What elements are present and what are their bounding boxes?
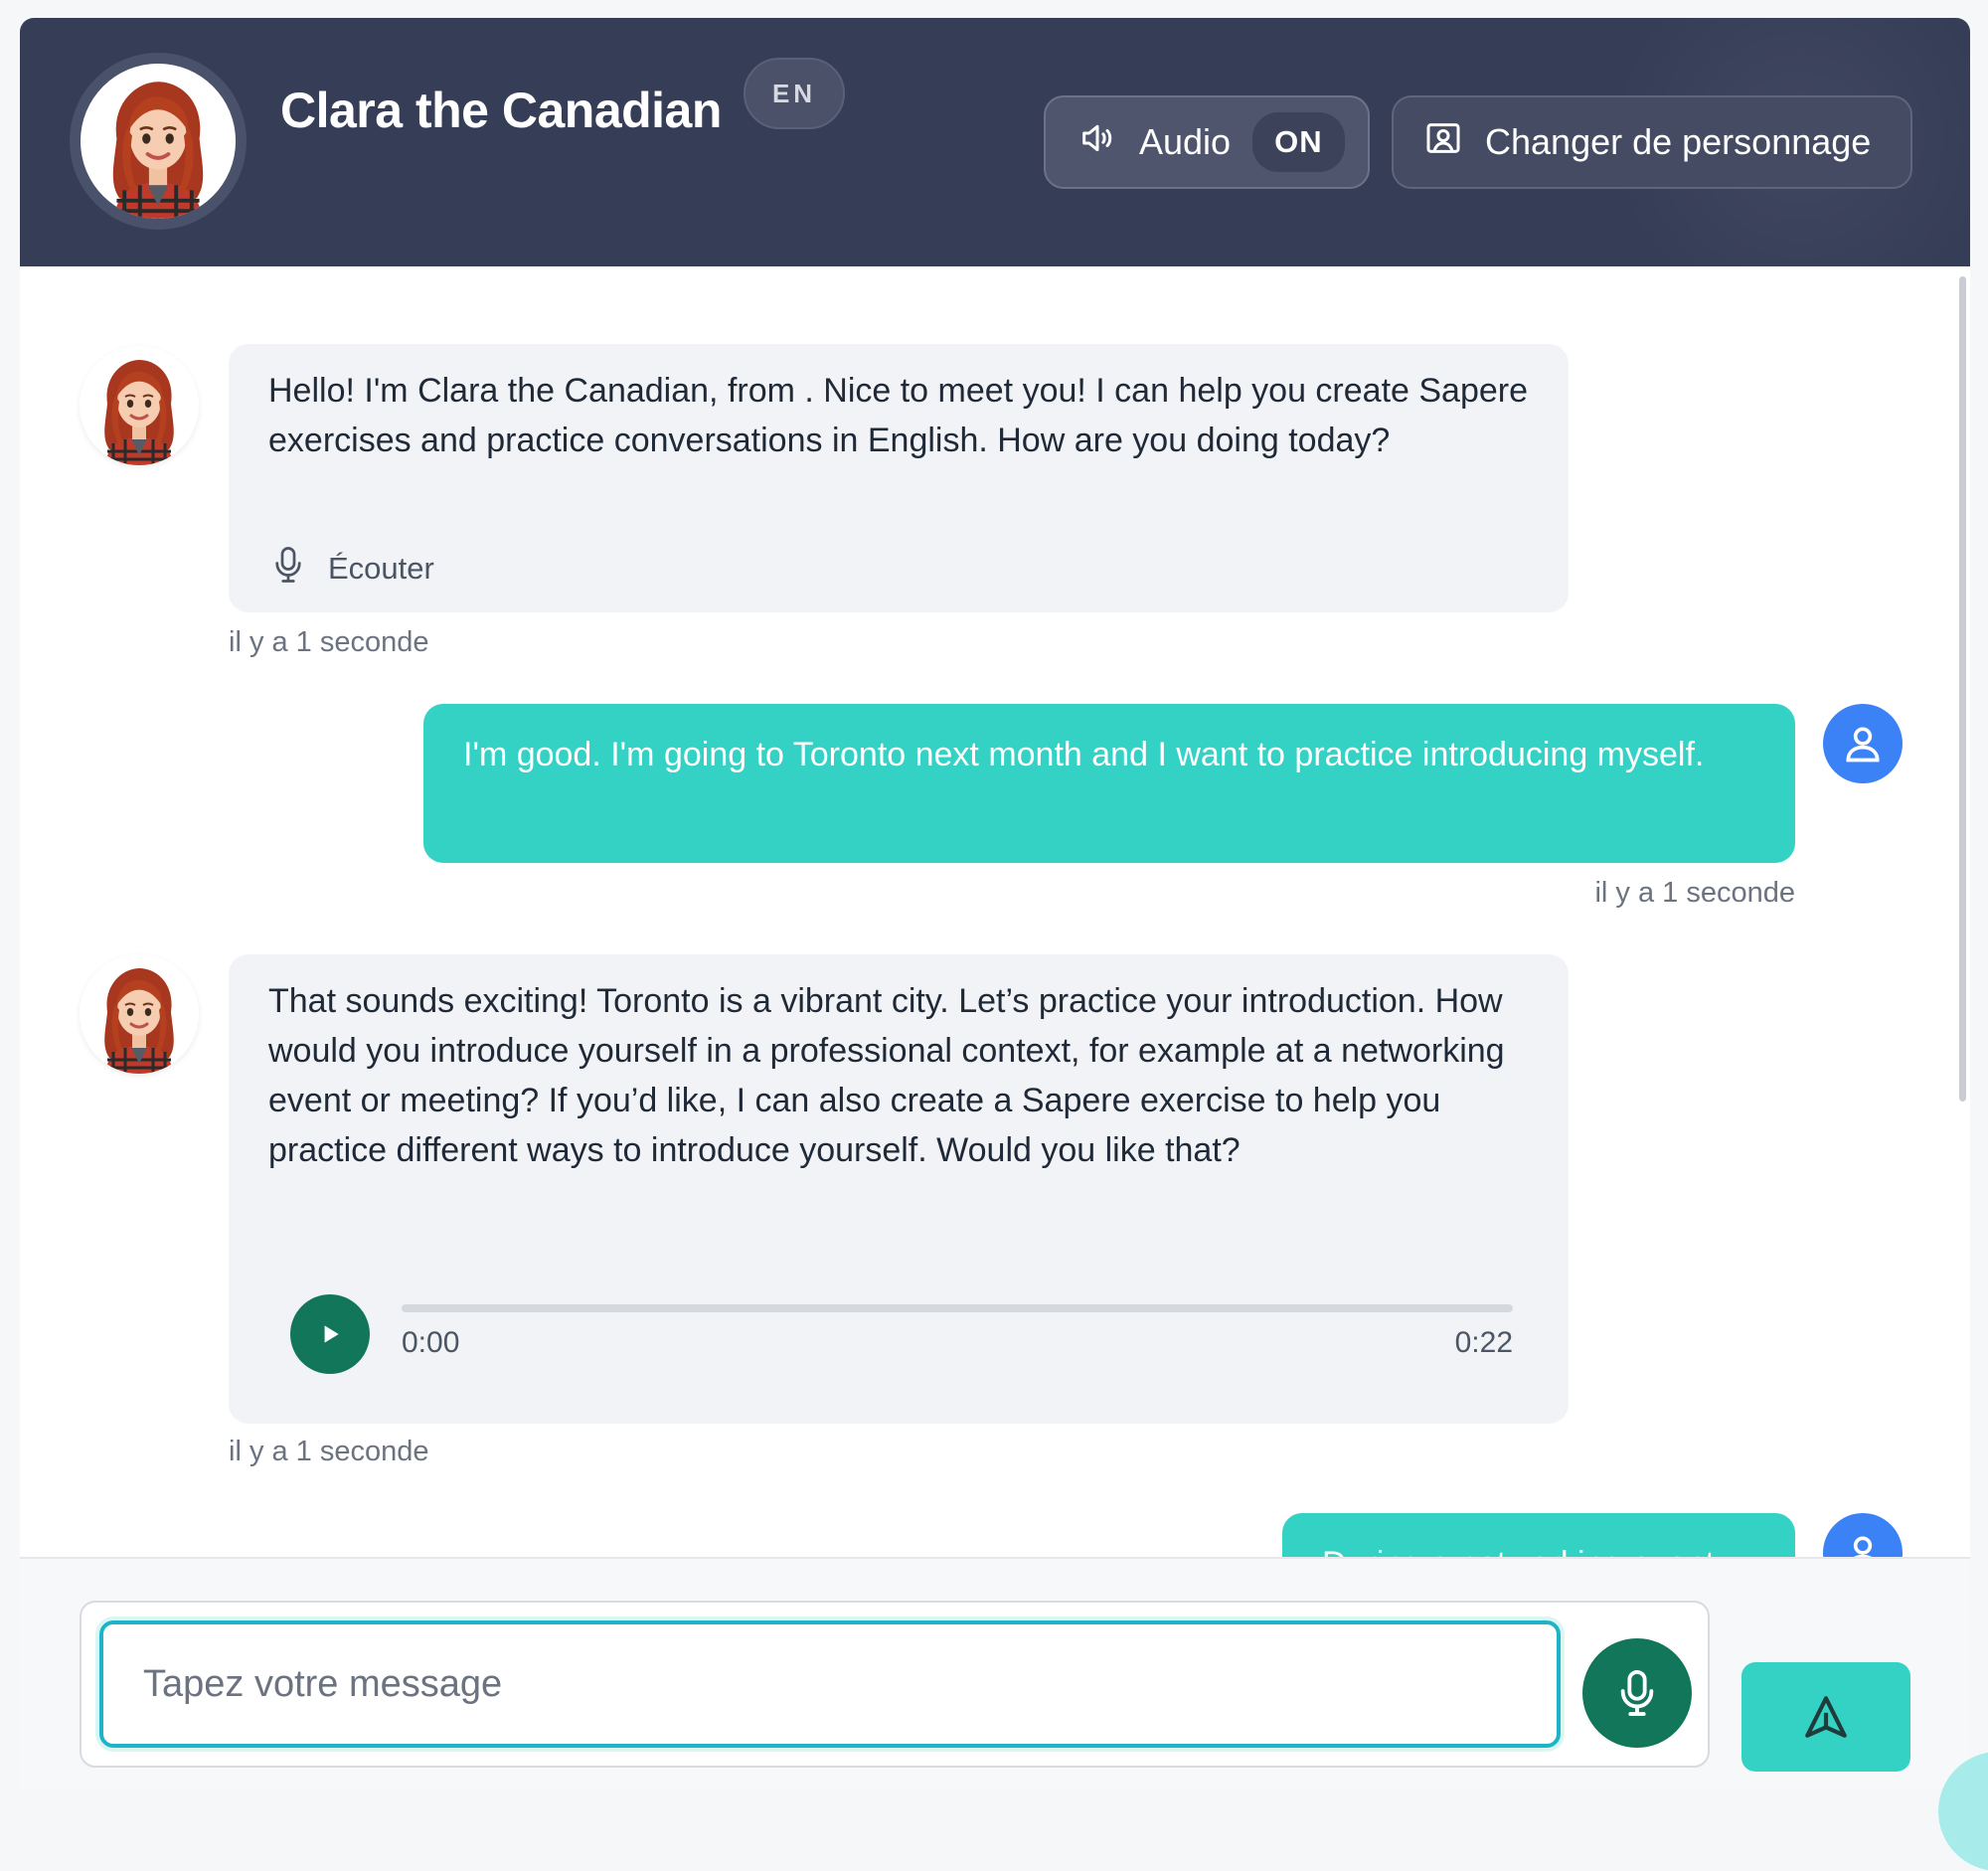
speaker-icon [1077,118,1117,167]
composer-box [80,1601,1710,1768]
listen-button[interactable]: Écouter [270,545,434,593]
chat-messages[interactable]: Hello! I'm Clara the Canadian, from . Ni… [20,266,1970,1557]
change-character-button[interactable]: Changer de personnage [1392,95,1912,189]
audio-label: Audio [1139,121,1232,162]
audio-toggle-button[interactable]: Audio ON [1044,95,1370,189]
audio-current-time: 0:00 [402,1326,460,1359]
audio-duration: 0:22 [1454,1326,1513,1359]
message-timestamp: il y a 1 seconde [229,626,429,658]
message-timestamp: il y a 1 seconde [1594,877,1795,909]
person-icon [1853,1536,1873,1557]
audio-state-badge: ON [1252,112,1345,172]
chat-app: Clara the Canadian EN Audio ON Changer d… [20,18,1970,1789]
send-button[interactable] [1741,1662,1910,1772]
message-composer [20,1557,1970,1789]
voice-input-button[interactable] [1582,1638,1692,1748]
message-text: Hello! I'm Clara the Canadian, from . Ni… [268,372,1529,459]
send-icon [1805,1696,1847,1738]
listen-label: Écouter [328,551,434,586]
chat-header: Clara the Canadian EN Audio ON Changer d… [20,18,1970,316]
audio-progress-track[interactable] [402,1304,1513,1312]
person-icon [1846,727,1880,763]
language-badge: EN [744,58,845,129]
user-message-avatar [1823,1513,1903,1557]
bot-avatar [70,53,247,230]
microphone-icon [270,545,306,593]
user-message-bubble: I'm good. I'm going to Toronto next mont… [423,704,1795,863]
user-message-bubble: During a networking event. [1282,1513,1795,1557]
audio-player: 0:00 0:22 [290,1294,1513,1374]
bot-message-avatar [80,954,199,1074]
bot-message-avatar [80,346,199,465]
message-text: That sounds exciting! Toronto is a vibra… [268,982,1505,1169]
play-icon [324,1325,339,1343]
chat-scrollbar[interactable] [1959,276,1966,1102]
message-text: I'm good. I'm going to Toronto next mont… [463,736,1705,773]
play-button[interactable] [290,1294,370,1374]
microphone-icon [1620,1670,1654,1716]
user-message-avatar [1823,704,1903,783]
message-timestamp: il y a 1 seconde [229,1436,429,1467]
message-input[interactable] [99,1620,1561,1748]
change-character-label: Changer de personnage [1485,121,1872,162]
bot-name: Clara the Canadian [280,83,722,138]
message-text: During a networking event. [1322,1539,1755,1557]
user-portrait-icon [1423,118,1463,167]
